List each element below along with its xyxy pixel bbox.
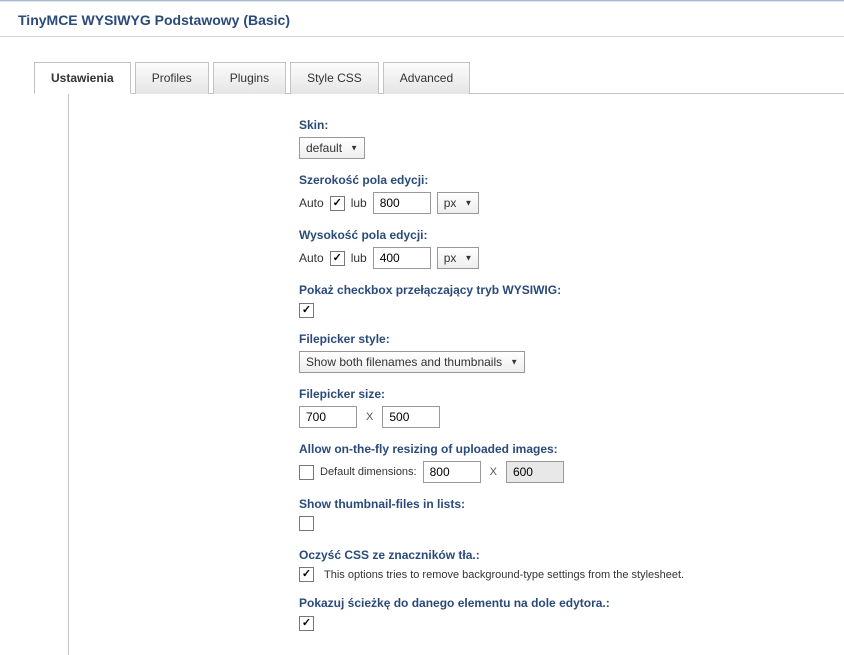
width-label: Szerokość pola edycji: bbox=[299, 173, 844, 187]
skin-label: Skin: bbox=[299, 118, 844, 132]
resize-label: Allow on-the-fly resizing of uploaded im… bbox=[299, 442, 844, 456]
path-checkbox[interactable] bbox=[299, 616, 314, 631]
field-filepicker-style: Filepicker style: Show both filenames an… bbox=[299, 332, 844, 373]
tab-style-css[interactable]: Style CSS bbox=[290, 62, 379, 94]
cleancss-label: Oczyść CSS ze znaczników tła.: bbox=[299, 548, 844, 562]
field-allow-resize: Allow on-the-fly resizing of uploaded im… bbox=[299, 442, 844, 483]
page-title: TinyMCE WYSIWYG Podstawowy (Basic) bbox=[18, 12, 826, 28]
field-clean-css: Oczyść CSS ze znaczników tła.: This opti… bbox=[299, 548, 844, 582]
fpsize-height-input[interactable] bbox=[382, 406, 440, 428]
resize-width-input[interactable] bbox=[423, 461, 481, 483]
tabs-container: Ustawienia Profiles Plugins Style CSS Ad… bbox=[0, 37, 844, 655]
field-thumb-lists: Show thumbnail-files in lists: bbox=[299, 497, 844, 534]
fpstyle-label: Filepicker style: bbox=[299, 332, 844, 346]
width-auto-label: Auto bbox=[299, 196, 324, 210]
height-lub: lub bbox=[351, 251, 367, 265]
field-show-path: Pokazuj ścieżkę do danego elementu na do… bbox=[299, 596, 844, 631]
page-header: TinyMCE WYSIWYG Podstawowy (Basic) bbox=[0, 2, 844, 37]
fpsize-x: X bbox=[363, 411, 376, 423]
height-label: Wysokość pola edycji: bbox=[299, 228, 844, 242]
height-input[interactable] bbox=[373, 247, 431, 269]
width-unit-select[interactable]: px bbox=[437, 192, 480, 214]
resize-x: X bbox=[487, 466, 500, 478]
switchcb-label: Pokaż checkbox przełączający tryb WYSIWI… bbox=[299, 283, 844, 297]
tabs: Ustawienia Profiles Plugins Style CSS Ad… bbox=[34, 61, 844, 94]
height-auto-label: Auto bbox=[299, 251, 324, 265]
field-height: Wysokość pola edycji: Auto lub px bbox=[299, 228, 844, 269]
path-label: Pokazuj ścieżkę do danego elementu na do… bbox=[299, 596, 844, 610]
field-width: Szerokość pola edycji: Auto lub px bbox=[299, 173, 844, 214]
cleancss-desc: This options tries to remove background-… bbox=[324, 569, 684, 581]
fpsize-width-input[interactable] bbox=[299, 406, 357, 428]
resize-checkbox[interactable] bbox=[299, 465, 314, 480]
skin-select[interactable]: default bbox=[299, 137, 365, 159]
field-skin: Skin: default bbox=[299, 118, 844, 159]
width-lub: lub bbox=[351, 196, 367, 210]
resize-dim-label: Default dimensions: bbox=[320, 466, 417, 478]
height-auto-checkbox[interactable] bbox=[330, 251, 345, 266]
tab-ustawienia[interactable]: Ustawienia bbox=[34, 62, 131, 94]
fpstyle-select[interactable]: Show both filenames and thumbnails bbox=[299, 351, 525, 373]
switchcb-checkbox[interactable] bbox=[299, 303, 314, 318]
width-input[interactable] bbox=[373, 192, 431, 214]
field-show-switch-checkbox: Pokaż checkbox przełączający tryb WYSIWI… bbox=[299, 283, 844, 318]
width-auto-checkbox[interactable] bbox=[330, 196, 345, 211]
thumb-checkbox[interactable] bbox=[299, 516, 314, 531]
thumb-label: Show thumbnail-files in lists: bbox=[299, 497, 844, 511]
height-unit-select[interactable]: px bbox=[437, 247, 480, 269]
resize-height-input[interactable] bbox=[506, 461, 564, 483]
fpsize-label: Filepicker size: bbox=[299, 387, 844, 401]
tab-profiles[interactable]: Profiles bbox=[135, 62, 209, 94]
settings-panel: Skin: default Szerokość pola edycji: Aut… bbox=[68, 94, 844, 655]
cleancss-checkbox[interactable] bbox=[299, 567, 314, 582]
tab-advanced[interactable]: Advanced bbox=[383, 62, 470, 94]
field-filepicker-size: Filepicker size: X bbox=[299, 387, 844, 428]
tab-plugins[interactable]: Plugins bbox=[213, 62, 286, 94]
